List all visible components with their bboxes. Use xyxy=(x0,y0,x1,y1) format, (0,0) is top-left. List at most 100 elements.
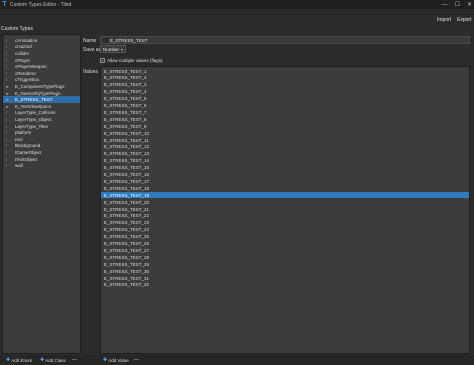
import-button[interactable]: Import xyxy=(437,17,451,23)
name-field[interactable]: E_STRESS_TEST xyxy=(100,36,470,44)
class-icon: ⁝ xyxy=(6,149,8,155)
add-class-button[interactable]: ✚ Add Class xyxy=(40,357,66,363)
value-list-item[interactable]: E_STRESS_TEST_20 xyxy=(101,199,469,205)
name-label: Name xyxy=(83,38,97,44)
type-list-item[interactable]: ≡ E_ComponentTypeFlags xyxy=(3,83,80,90)
class-icon: ⁝ xyxy=(6,50,8,56)
type-list-item[interactable]: ⁝ cTriggerBox xyxy=(3,77,80,84)
values-list[interactable]: E_STRESS_TEST_1 E_STRESS_TEST_2 E_STRESS_T… xyxy=(100,66,470,354)
type-list-item[interactable]: ≡ E_GameObjTypeFlags xyxy=(3,90,80,97)
value-list-item[interactable]: E_STRESS_TEST_19 xyxy=(101,192,469,199)
type-list-item[interactable]: ⁝ tBackground xyxy=(3,143,80,150)
allow-flags-row[interactable]: ✓ Allow multiple values (flags) xyxy=(100,57,163,64)
export-button[interactable]: Export xyxy=(457,17,471,23)
value-list-item[interactable]: E_STRESS_TEST_21 xyxy=(101,206,469,212)
value-list-item[interactable]: E_STRESS_TEST_22 xyxy=(101,213,469,219)
value-list-item[interactable]: E_STRESS_TEST_29 xyxy=(101,261,469,267)
type-list-item[interactable]: ⁝ cRenderer xyxy=(3,70,80,77)
type-list-item-label: tBackground xyxy=(15,143,41,149)
value-list-item[interactable]: E_STRESS_TEST_18 xyxy=(101,185,469,191)
type-list-item[interactable]: ⁝ cPlayer xyxy=(3,57,80,64)
value-list-item[interactable]: E_STRESS_TEST_15 xyxy=(101,165,469,171)
type-list-item[interactable]: ⁝ collider xyxy=(3,50,80,57)
type-list-item-label: cAnimation xyxy=(15,37,38,43)
value-list-item[interactable]: E_STRESS_TEST_1 xyxy=(101,68,469,74)
value-list-item[interactable]: E_STRESS_TEST_7 xyxy=(101,109,469,115)
type-list-item[interactable]: ⁝ cHazard xyxy=(3,44,80,51)
type-list-item[interactable]: ⁝ LayerType_Collision xyxy=(3,110,80,117)
class-icon: ⁝ xyxy=(6,156,8,162)
type-list-item[interactable]: ⁝ rect xyxy=(3,136,80,143)
types-list[interactable]: ⁝ cAnimation ⁝ cHazard ⁝ collider ⁝ cPlayer ⁝ cPl… xyxy=(2,34,81,354)
type-list-item-label: tGameObject xyxy=(15,149,42,155)
value-list-item[interactable]: E_STRESS_TEST_5 xyxy=(101,96,469,102)
type-list-item-label: LayerType_Collision xyxy=(15,110,56,116)
chevron-down-icon: ▾ xyxy=(121,46,124,52)
class-icon: ⁝ xyxy=(6,70,8,76)
value-list-item[interactable]: E_STRESS_TEST_30 xyxy=(101,268,469,274)
value-list-item[interactable]: E_STRESS_TEST_23 xyxy=(101,220,469,226)
type-list-item[interactable]: ⁝ cAnimation xyxy=(3,37,80,44)
type-list-item-label: LayerType_Tiles xyxy=(15,123,48,129)
value-list-item[interactable]: E_STRESS_TEST_27 xyxy=(101,247,469,253)
type-list-item[interactable]: ⁝ LayerType_Tiles xyxy=(3,123,80,130)
add-enum-button[interactable]: ✚ Add Enum xyxy=(6,357,32,363)
class-icon: ⁝ xyxy=(6,116,8,122)
minimize-icon[interactable]: — xyxy=(442,2,448,8)
value-list-item[interactable]: E_STRESS_TEST_14 xyxy=(101,158,469,164)
class-icon: ⁝ xyxy=(6,110,8,116)
class-icon: ⁝ xyxy=(6,64,8,70)
window-title: Custom Types Editor - Tiled xyxy=(10,1,72,8)
class-icon: ⁝ xyxy=(6,136,8,142)
type-list-item[interactable]: ⁝ platform xyxy=(3,129,80,136)
value-list-item[interactable]: E_STRESS_TEST_11 xyxy=(101,137,469,143)
type-list-item-label: collider xyxy=(15,50,30,56)
class-icon: ⁝ xyxy=(6,77,8,83)
enum-icon: ≡ xyxy=(6,97,9,103)
type-list-item[interactable]: ⁝ cPlayerWeapon xyxy=(3,63,80,70)
value-list-item[interactable]: E_STRESS_TEST_10 xyxy=(101,130,469,136)
value-list-item[interactable]: E_STRESS_TEST_2 xyxy=(101,75,469,81)
panel-heading: Custom Types xyxy=(1,26,33,32)
value-list-item[interactable]: E_STRESS_TEST_3 xyxy=(101,82,469,88)
maximize-icon[interactable]: ☐ xyxy=(455,1,460,8)
type-list-item[interactable]: ≡ E_STRESS_TEST xyxy=(3,96,80,103)
type-list-item-label: E_TextViewSpace xyxy=(15,103,52,109)
type-list-item[interactable]: ⁝ tGameObject xyxy=(3,149,80,156)
class-icon: ⁝ xyxy=(6,163,8,169)
type-list-item-label: cTriggerBox xyxy=(15,77,40,83)
remove-type-button[interactable]: — xyxy=(72,357,77,363)
class-icon: ⁝ xyxy=(6,37,8,43)
remove-icon: — xyxy=(72,357,77,363)
value-list-item[interactable]: E_STRESS_TEST_32 xyxy=(101,282,469,288)
type-list-item[interactable]: ≡ E_TextViewSpace xyxy=(3,103,80,110)
save-as-label: Save as xyxy=(83,47,102,53)
value-list-item[interactable]: E_STRESS_TEST_25 xyxy=(101,234,469,240)
add-icon: ✚ xyxy=(40,357,45,363)
value-list-item[interactable]: E_STRESS_TEST_13 xyxy=(101,151,469,157)
value-list-item[interactable]: E_STRESS_TEST_24 xyxy=(101,227,469,233)
value-list-item[interactable]: E_STRESS_TEST_6 xyxy=(101,103,469,109)
value-list-item[interactable]: E_STRESS_TEST_28 xyxy=(101,254,469,260)
type-list-item[interactable]: ⁝ tTextObject xyxy=(3,156,80,163)
value-list-item[interactable]: E_STRESS_TEST_17 xyxy=(101,178,469,184)
value-list-item[interactable]: E_STRESS_TEST_9 xyxy=(101,123,469,129)
values-label: Values xyxy=(83,69,98,75)
value-list-item[interactable]: E_STRESS_TEST_16 xyxy=(101,172,469,178)
type-list-item[interactable]: ⁝ wall xyxy=(3,162,80,169)
close-icon[interactable]: ✕ xyxy=(467,1,472,8)
add-value-button[interactable]: ✚ Add Value xyxy=(103,357,129,363)
value-list-item[interactable]: E_STRESS_TEST_26 xyxy=(101,241,469,247)
type-list-item-label: LayerType_Object xyxy=(15,116,52,122)
save-as-select[interactable]: Number ▾ xyxy=(100,45,126,53)
add-value-label: Add Value xyxy=(108,357,129,363)
value-list-item[interactable]: E_STRESS_TEST_31 xyxy=(101,275,469,281)
remove-value-button[interactable]: — xyxy=(134,357,139,363)
type-list-item-label: cRenderer xyxy=(15,70,37,76)
type-list-item[interactable]: ⁝ LayerType_Object xyxy=(3,116,80,123)
value-list-item[interactable]: E_STRESS_TEST_4 xyxy=(101,89,469,95)
allow-flags-checkbox[interactable]: ✓ xyxy=(100,58,105,63)
value-list-item[interactable]: E_STRESS_TEST_8 xyxy=(101,116,469,122)
value-list-item[interactable]: E_STRESS_TEST_12 xyxy=(101,144,469,150)
class-icon: ⁝ xyxy=(6,57,8,63)
